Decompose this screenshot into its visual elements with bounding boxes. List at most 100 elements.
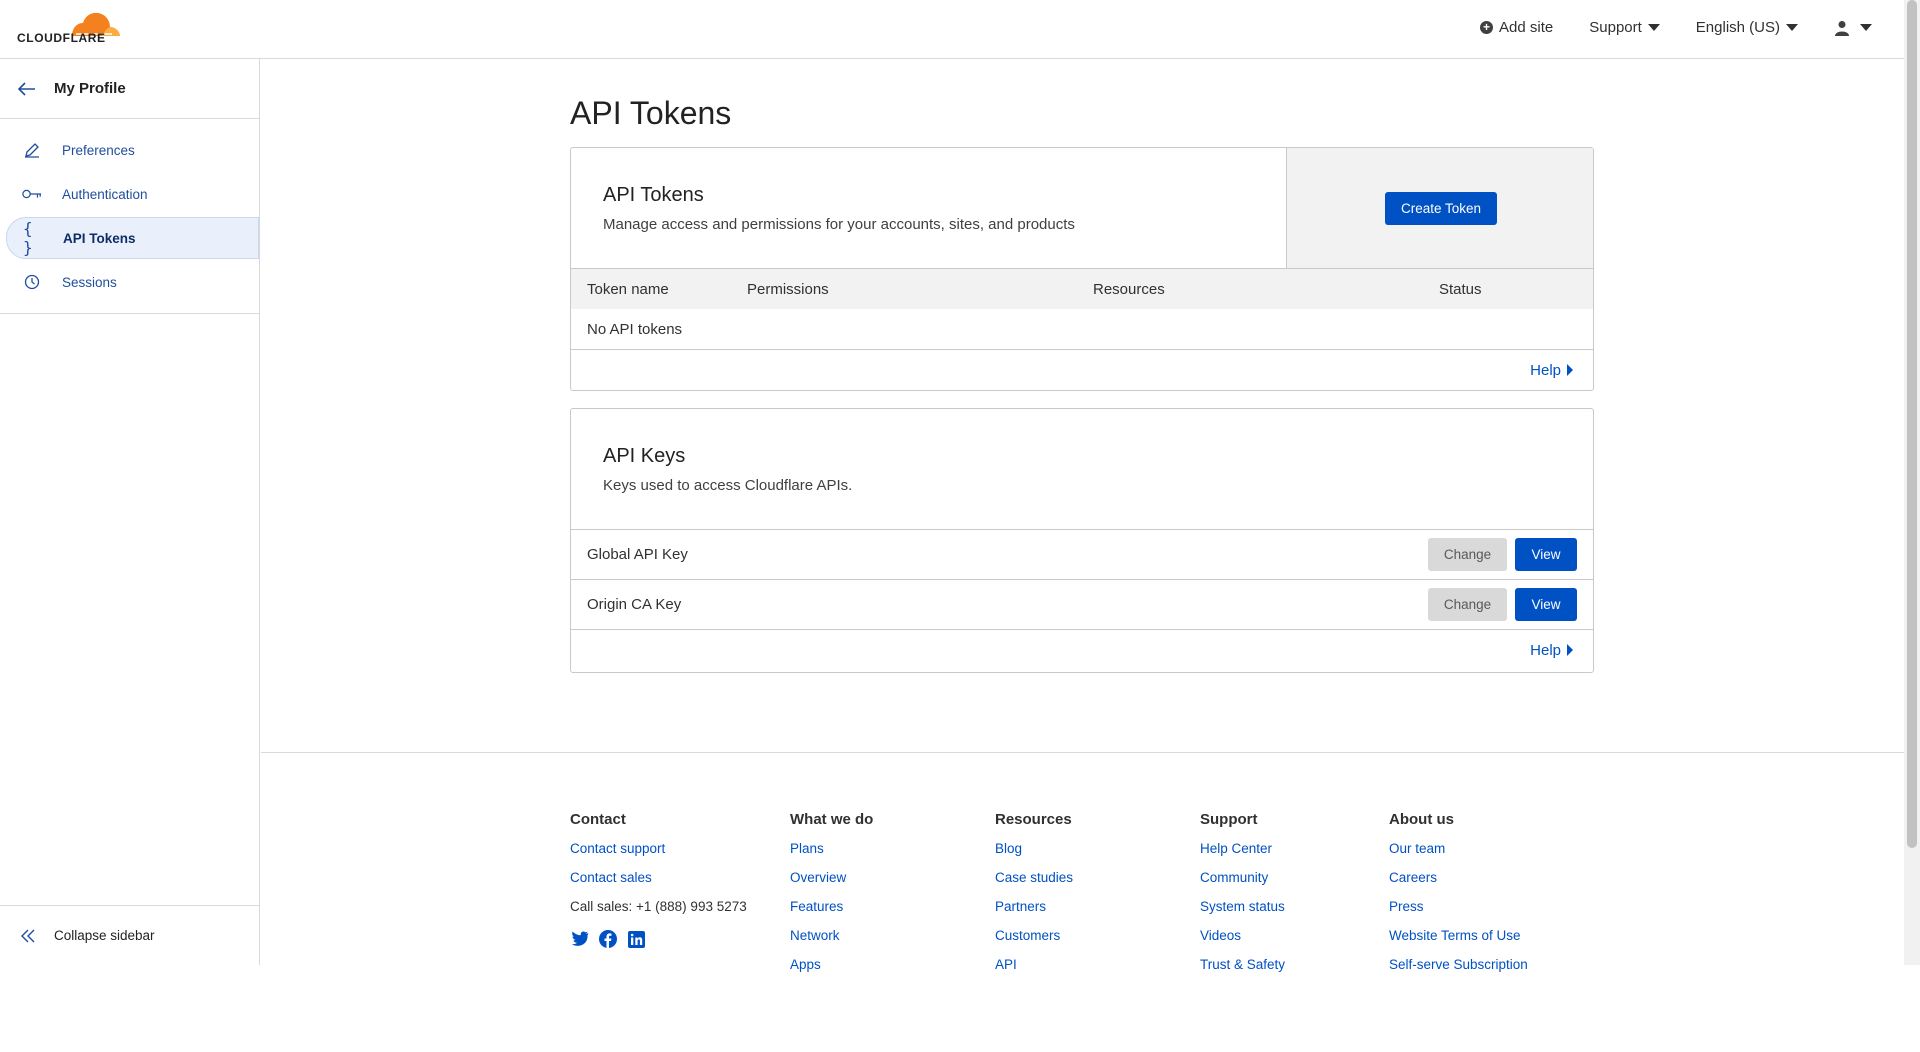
sidebar: My Profile Preferences Authentication { … bbox=[0, 59, 260, 965]
footer-link[interactable]: Our team bbox=[1389, 840, 1528, 869]
sidebar-header[interactable]: My Profile bbox=[0, 59, 259, 119]
footer-col-contact: Contact Contact support Contact sales Ca… bbox=[570, 811, 747, 949]
create-token-button[interactable]: Create Token bbox=[1385, 192, 1497, 225]
footer-link[interactable]: Features bbox=[790, 898, 873, 927]
global-api-key-row: Global API Key Change View bbox=[571, 530, 1593, 580]
footer-link[interactable]: Case studies bbox=[995, 869, 1073, 898]
change-global-key-button[interactable]: Change bbox=[1428, 538, 1507, 571]
tokens-table-header: Token name Permissions Resources Status bbox=[571, 269, 1593, 309]
footer-link[interactable]: Network bbox=[790, 927, 873, 956]
sidebar-item-api-tokens[interactable]: { } API Tokens bbox=[6, 217, 259, 259]
footer-link[interactable]: Self-serve Subscription bbox=[1389, 956, 1528, 985]
caret-right-icon bbox=[1567, 364, 1573, 376]
sidebar-title: My Profile bbox=[54, 80, 126, 97]
footer-col-about: About us Our team Careers Press Website … bbox=[1389, 811, 1528, 985]
help-label: Help bbox=[1530, 361, 1561, 379]
facebook-icon[interactable] bbox=[598, 929, 618, 949]
footer: Contact Contact support Contact sales Ca… bbox=[261, 752, 1904, 1052]
api-keys-card-description: Keys used to access Cloudflare APIs. bbox=[603, 477, 853, 494]
footer-link[interactable]: Press bbox=[1389, 898, 1528, 927]
logo-wordmark: CLOUDFLARE bbox=[17, 31, 106, 45]
footer-link[interactable]: System status bbox=[1200, 898, 1285, 927]
key-icon bbox=[22, 188, 42, 200]
scrollbar-thumb[interactable] bbox=[1907, 0, 1917, 848]
support-label: Support bbox=[1589, 19, 1642, 36]
view-origin-key-button[interactable]: View bbox=[1515, 588, 1577, 621]
sidebar-item-label: Sessions bbox=[62, 274, 117, 290]
pencil-icon bbox=[22, 142, 42, 158]
add-site-label: Add site bbox=[1499, 19, 1554, 36]
footer-link[interactable]: Careers bbox=[1389, 869, 1528, 898]
help-label: Help bbox=[1530, 641, 1561, 659]
footer-col-support: Support Help Center Community System sta… bbox=[1200, 811, 1285, 985]
account-menu[interactable] bbox=[1834, 20, 1872, 36]
footer-heading: Resources bbox=[995, 811, 1072, 828]
footer-link[interactable]: Apps bbox=[790, 956, 873, 985]
sidebar-item-sessions[interactable]: Sessions bbox=[0, 261, 259, 303]
change-origin-key-button[interactable]: Change bbox=[1428, 588, 1507, 621]
twitter-icon[interactable] bbox=[570, 929, 590, 949]
footer-link[interactable]: Videos bbox=[1200, 927, 1285, 956]
footer-heading: Contact bbox=[570, 811, 626, 828]
footer-link[interactable]: Partners bbox=[995, 898, 1073, 927]
key-name: Origin CA Key bbox=[587, 596, 682, 613]
tokens-empty-row: No API tokens bbox=[571, 309, 1593, 350]
footer-link[interactable]: Plans bbox=[790, 840, 873, 869]
footer-link[interactable]: Contact sales bbox=[570, 869, 747, 898]
sidebar-item-label: Authentication bbox=[62, 186, 148, 202]
key-actions: Change View bbox=[1428, 538, 1577, 571]
api-keys-card-header: API Keys Keys used to access Cloudflare … bbox=[571, 409, 1593, 530]
user-icon bbox=[1835, 20, 1849, 36]
caret-right-icon bbox=[1567, 644, 1573, 656]
footer-link[interactable]: Contact support bbox=[570, 840, 747, 869]
footer-heading: Support bbox=[1200, 811, 1258, 828]
sidebar-item-label: Preferences bbox=[62, 142, 135, 158]
footer-link[interactable]: Website Terms of Use bbox=[1389, 927, 1528, 956]
top-bar: CLOUDFLARE + Add site Support English (U… bbox=[0, 0, 1904, 59]
sales-phone: Call sales: +1 (888) 993 5273 bbox=[570, 899, 747, 914]
collapse-sidebar-label: Collapse sidebar bbox=[54, 928, 155, 943]
braces-icon: { } bbox=[23, 219, 33, 257]
chevron-down-icon bbox=[1647, 24, 1660, 31]
support-menu[interactable]: Support bbox=[1589, 19, 1660, 36]
page-scrollbar[interactable] bbox=[1904, 0, 1920, 965]
view-global-key-button[interactable]: View bbox=[1515, 538, 1577, 571]
linkedin-icon[interactable] bbox=[626, 929, 646, 949]
keys-help-link[interactable]: Help bbox=[571, 630, 1593, 670]
tokens-help-link[interactable]: Help bbox=[571, 350, 1593, 390]
api-keys-card: API Keys Keys used to access Cloudflare … bbox=[570, 408, 1594, 673]
api-keys-card-title: API Keys bbox=[603, 445, 686, 467]
collapse-sidebar-button[interactable]: Collapse sidebar bbox=[0, 905, 259, 965]
footer-link[interactable]: Trust & Safety bbox=[1200, 956, 1285, 985]
chevron-down-icon bbox=[1860, 24, 1872, 31]
footer-link[interactable]: Help Center bbox=[1200, 840, 1285, 869]
language-menu[interactable]: English (US) bbox=[1696, 19, 1798, 36]
column-token-name: Token name bbox=[587, 280, 669, 298]
footer-link[interactable]: Blog bbox=[995, 840, 1073, 869]
arrow-left-icon bbox=[18, 81, 35, 96]
origin-ca-key-row: Origin CA Key Change View bbox=[571, 580, 1593, 630]
footer-col-resources: Resources Blog Case studies Partners Cus… bbox=[995, 811, 1073, 985]
footer-link[interactable]: Overview bbox=[790, 869, 873, 898]
clock-icon bbox=[22, 274, 42, 290]
add-site-button[interactable]: + Add site bbox=[1480, 19, 1553, 36]
footer-link[interactable]: Customers bbox=[995, 927, 1073, 956]
footer-col-what-we-do: What we do Plans Overview Features Netwo… bbox=[790, 811, 873, 985]
sidebar-item-preferences[interactable]: Preferences bbox=[0, 129, 259, 171]
column-status: Status bbox=[1439, 280, 1482, 298]
footer-link[interactable]: Community bbox=[1200, 869, 1285, 898]
sidebar-nav: Preferences Authentication { } API Token… bbox=[0, 119, 259, 314]
footer-heading: What we do bbox=[790, 811, 874, 828]
api-tokens-card: API Tokens Manage access and permissions… bbox=[570, 147, 1594, 391]
sidebar-item-authentication[interactable]: Authentication bbox=[0, 173, 259, 215]
double-chevron-left-icon bbox=[21, 929, 35, 942]
page-title: API Tokens bbox=[570, 95, 732, 131]
footer-link[interactable]: API bbox=[995, 956, 1073, 985]
key-actions: Change View bbox=[1428, 588, 1577, 621]
column-resources: Resources bbox=[1093, 280, 1165, 298]
social-links bbox=[570, 929, 747, 949]
cloudflare-logo[interactable]: CLOUDFLARE bbox=[0, 0, 130, 55]
api-tokens-card-header: API Tokens Manage access and permissions… bbox=[571, 148, 1593, 269]
api-tokens-card-title: API Tokens bbox=[603, 184, 704, 206]
language-label: English (US) bbox=[1695, 19, 1780, 36]
